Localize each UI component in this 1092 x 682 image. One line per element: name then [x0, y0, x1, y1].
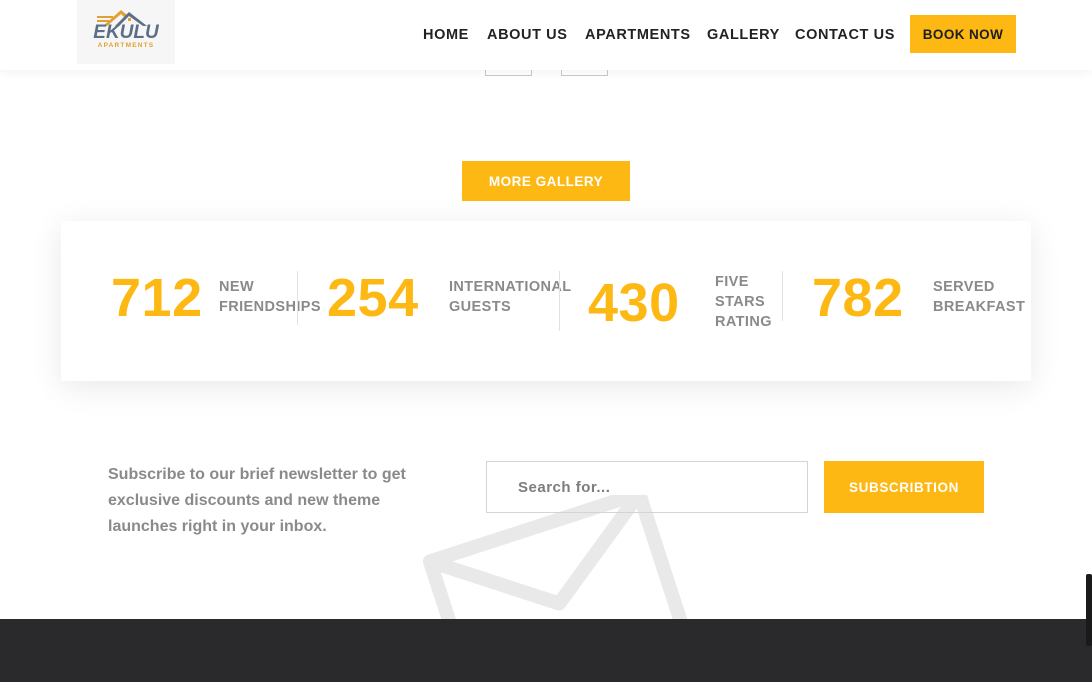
site-footer [0, 619, 1092, 682]
subscription-button[interactable]: SUBSCRIBTION [824, 461, 984, 513]
stat-label-line: STARS [715, 294, 766, 310]
stat-label-line: FRIENDSHIPS [219, 299, 321, 315]
stat-label: NEW FRIENDSHIPS [219, 277, 321, 317]
more-gallery-button[interactable]: MORE GALLERY [462, 161, 630, 201]
stat-label-line: SERVED [933, 279, 995, 295]
newsletter-text: Subscribe to our brief newsletter to get… [108, 466, 406, 535]
nav-contact-us[interactable]: CONTACT US [795, 27, 895, 43]
stat-label-line: RATING [715, 314, 772, 330]
logo-name: EKULU [93, 22, 159, 43]
nav-home[interactable]: HOME [423, 27, 469, 43]
stat-number: 254 [327, 268, 419, 328]
stat-divider [559, 271, 560, 331]
stat-number: 782 [812, 268, 904, 328]
scrollbar-thumb[interactable] [1086, 574, 1092, 646]
stat-label: SERVED BREAKFAST [933, 277, 1025, 317]
stats-panel: 712 NEW FRIENDSHIPS 254 INTERNATIONAL GU… [61, 221, 1031, 381]
nav-gallery[interactable]: GALLERY [707, 27, 780, 43]
stat-label-line: NEW [219, 279, 255, 295]
stat-label-line: BREAKFAST [933, 299, 1026, 315]
stat-divider [782, 271, 783, 321]
stat-label-line: FIVE [715, 274, 749, 290]
stat-number: 430 [588, 273, 680, 333]
envelope-watermark-icon [422, 495, 690, 625]
site-logo[interactable]: EKULU APARTMENTS [77, 0, 175, 64]
stat-label: FIVE STARS RATING [715, 272, 772, 332]
book-now-button[interactable]: BOOK NOW [910, 15, 1016, 53]
site-header: EKULU APARTMENTS HOME ABOUT US APARTMENT… [0, 0, 1092, 70]
stat-label: INTERNATIONAL GUESTS [449, 277, 572, 317]
stat-number: 712 [111, 268, 203, 328]
nav-about-us[interactable]: ABOUT US [487, 27, 568, 43]
newsletter-search-input[interactable] [486, 461, 808, 513]
logo-subtitle: APARTMENTS [97, 42, 155, 49]
stat-divider [297, 271, 298, 325]
nav-apartments[interactable]: APARTMENTS [585, 27, 691, 43]
stat-label-line: INTERNATIONAL [449, 279, 572, 295]
stat-label-line: GUESTS [449, 299, 512, 315]
